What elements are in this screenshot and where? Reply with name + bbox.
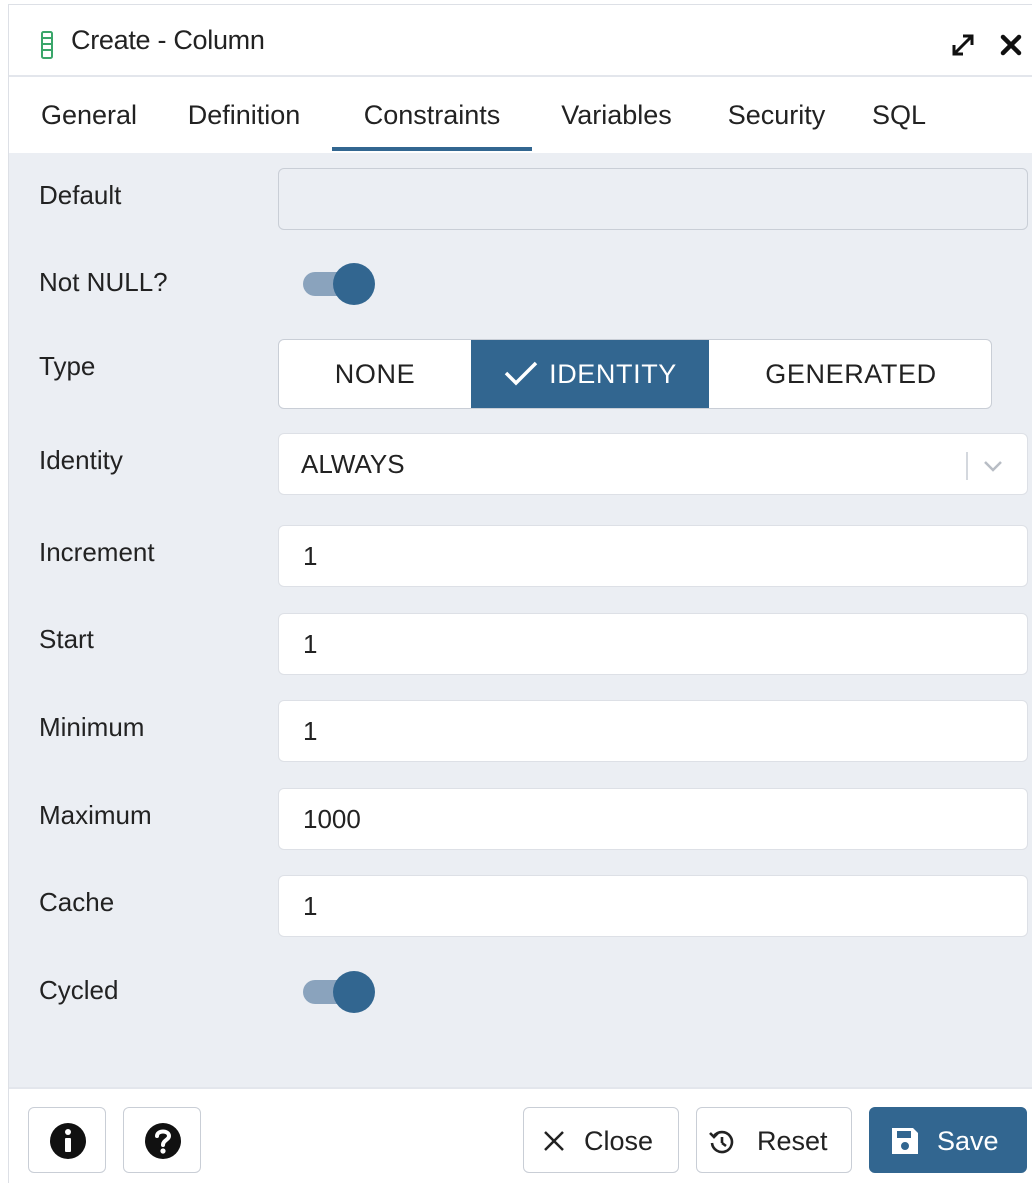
type-label: Type <box>39 351 96 381</box>
info-icon <box>50 1123 86 1159</box>
cache-input[interactable]: 1 <box>278 875 1028 937</box>
cache-label: Cache <box>39 887 115 917</box>
not-null-toggle[interactable] <box>301 261 381 307</box>
tab-security[interactable]: Security <box>709 77 844 153</box>
reset-button[interactable]: Reset <box>696 1107 852 1173</box>
type-option-identity-label: IDENTITY <box>549 359 677 389</box>
default-label: Default <box>39 180 122 210</box>
help-icon <box>145 1123 181 1159</box>
type-option-none[interactable]: NONE <box>279 340 471 408</box>
checkmark-icon <box>504 361 538 386</box>
close-icon <box>544 1131 564 1151</box>
identity-label: Identity <box>39 445 123 475</box>
save-icon <box>892 1128 918 1154</box>
minimum-label: Minimum <box>39 712 145 742</box>
select-separator <box>966 452 968 480</box>
save-button[interactable]: Save <box>869 1107 1027 1173</box>
dialog-footer: Close Reset Save <box>9 1087 1032 1184</box>
info-button[interactable] <box>28 1107 106 1173</box>
cycled-toggle[interactable] <box>301 969 381 1015</box>
type-option-identity[interactable]: IDENTITY <box>471 340 709 408</box>
identity-select[interactable]: ALWAYS <box>278 433 1028 495</box>
maximum-label: Maximum <box>39 800 152 830</box>
increment-input[interactable]: 1 <box>278 525 1028 587</box>
create-column-dialog: Create - Column General Definition Const… <box>8 4 1032 1184</box>
close-button-label: Close <box>584 1126 654 1156</box>
tab-constraints[interactable]: Constraints <box>332 77 532 153</box>
expand-icon[interactable] <box>945 27 981 63</box>
tab-variables[interactable]: Variables <box>544 77 689 153</box>
active-tab-indicator <box>332 147 532 151</box>
save-button-label: Save <box>937 1126 999 1156</box>
identity-select-value: ALWAYS <box>301 449 405 479</box>
tab-sql[interactable]: SQL <box>859 77 939 153</box>
title-bar[interactable]: Create - Column <box>9 5 1032 77</box>
close-icon[interactable] <box>993 27 1029 63</box>
dialog-title: Create - Column <box>71 25 265 55</box>
reset-button-label: Reset <box>757 1126 828 1156</box>
default-input[interactable] <box>278 168 1028 230</box>
start-label: Start <box>39 624 94 654</box>
not-null-label: Not NULL? <box>39 267 168 297</box>
chevron-down-icon[interactable] <box>979 452 1007 480</box>
reset-icon <box>709 1130 734 1154</box>
type-segmented-control: NONE IDENTITY GENERATED <box>278 339 992 409</box>
column-icon <box>41 31 53 59</box>
maximum-input[interactable]: 1000 <box>278 788 1028 850</box>
close-button[interactable]: Close <box>523 1107 679 1173</box>
toggle-knob <box>333 971 375 1013</box>
tab-definition[interactable]: Definition <box>169 77 319 153</box>
tab-general[interactable]: General <box>19 77 159 153</box>
type-option-generated-label: GENERATED <box>765 359 937 389</box>
type-option-none-label: NONE <box>334 359 416 389</box>
cycled-label: Cycled <box>39 975 119 1005</box>
increment-label: Increment <box>39 537 155 567</box>
type-option-generated[interactable]: GENERATED <box>709 340 991 408</box>
start-input[interactable]: 1 <box>278 613 1028 675</box>
help-button[interactable] <box>123 1107 201 1173</box>
tab-bar: General Definition Constraints Variables… <box>9 77 1032 153</box>
toggle-knob <box>333 263 375 305</box>
minimum-input[interactable]: 1 <box>278 700 1028 762</box>
